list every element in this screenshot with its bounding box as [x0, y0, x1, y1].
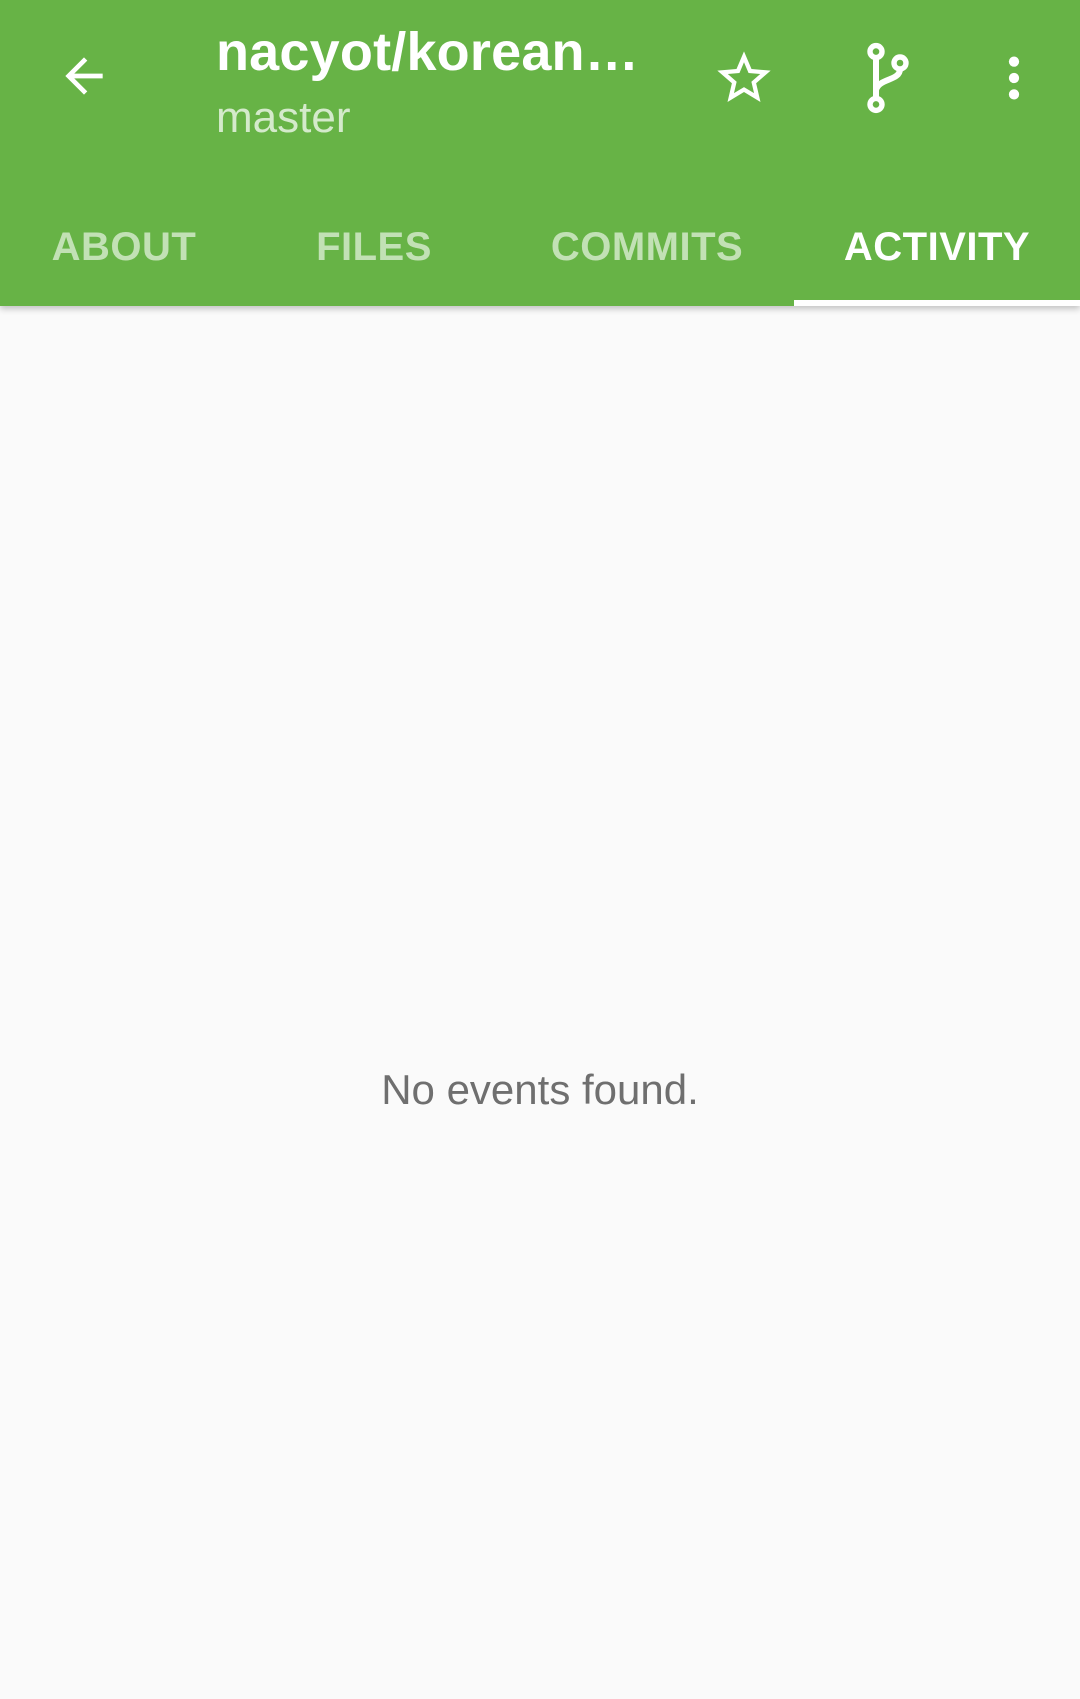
tab-commits[interactable]: COMMITS	[500, 188, 794, 306]
app-screen: nacyot/korean… master ABOUT FILES COMMIT…	[0, 0, 1080, 1699]
app-bar: nacyot/korean… master ABOUT FILES COMMIT…	[0, 0, 1080, 306]
branch-button[interactable]	[848, 38, 928, 118]
tab-about[interactable]: ABOUT	[0, 188, 248, 306]
activity-content: No events found.	[0, 306, 1080, 1699]
more-vertical-icon	[1008, 56, 1020, 100]
git-branch-icon	[867, 42, 909, 114]
star-outline-icon	[717, 51, 771, 102]
tab-activity[interactable]: ACTIVITY	[794, 188, 1080, 306]
arrow-left-icon	[65, 57, 103, 95]
repo-title: nacyot/korean…	[216, 22, 639, 82]
star-button[interactable]	[704, 38, 784, 118]
empty-state-message: No events found.	[381, 1066, 699, 1113]
active-tab-indicator	[794, 300, 1080, 306]
branch-subtitle: master	[216, 93, 351, 142]
tab-files[interactable]: FILES	[248, 188, 500, 306]
more-options-button[interactable]	[974, 38, 1054, 118]
tab-bar: ABOUT FILES COMMITS ACTIVITY	[0, 188, 1080, 306]
back-button[interactable]	[44, 36, 124, 116]
toolbar-title-block: nacyot/korean… master	[216, 18, 656, 146]
